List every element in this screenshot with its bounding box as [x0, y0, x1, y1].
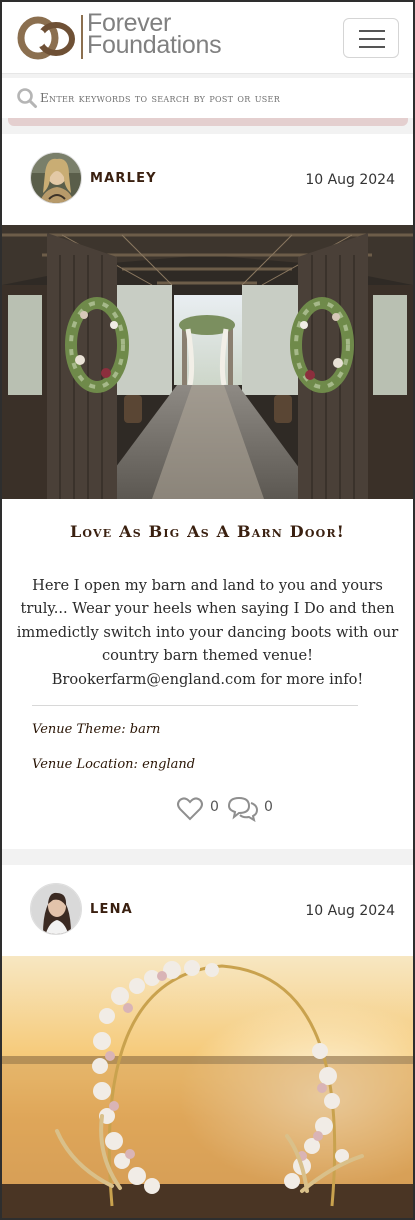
comments-count: 0: [264, 799, 273, 815]
post-card: LENA 10 Aug 2024: [2, 865, 413, 1218]
logo-rings-icon[interactable]: [16, 14, 78, 62]
logo-divider: [81, 15, 83, 59]
search-input[interactable]: [40, 86, 400, 110]
post-divider: [32, 705, 358, 706]
post-image[interactable]: [2, 225, 413, 499]
post-author[interactable]: LENA: [90, 902, 133, 917]
post-card: MARLEY 10 Aug 2024 Love As Big As A Barn…: [2, 134, 413, 849]
heart-icon[interactable]: [176, 796, 204, 822]
post-date: 10 Aug 2024: [305, 903, 395, 919]
search-icon[interactable]: [16, 87, 38, 109]
hamburger-icon: [359, 30, 385, 32]
brand-line-2: Foundations: [87, 31, 222, 59]
comments-icon[interactable]: [226, 796, 260, 822]
avatar[interactable]: [30, 152, 82, 204]
search-bar-accent: [8, 118, 408, 126]
menu-toggle-button[interactable]: [343, 18, 399, 58]
post-author[interactable]: MARLEY: [90, 171, 157, 186]
brand-name[interactable]: Forever Foundations: [87, 11, 267, 59]
post-title[interactable]: Love As Big As A Barn Door!: [2, 522, 413, 541]
venue-theme-value: barn: [129, 722, 161, 737]
page-frame: Forever Foundations MARL: [0, 0, 415, 1220]
venue-location-label: Venue Location:: [32, 757, 138, 772]
hamburger-icon-bar: [359, 46, 385, 48]
post-date: 10 Aug 2024: [305, 172, 395, 188]
venue-location: Venue Location: england: [32, 757, 195, 772]
venue-theme-label: Venue Theme:: [32, 722, 126, 737]
post-image[interactable]: [2, 956, 413, 1218]
venue-theme: Venue Theme: barn: [32, 722, 160, 737]
navbar: Forever Foundations: [2, 2, 413, 74]
hamburger-icon-bar: [359, 38, 385, 40]
venue-location-value: england: [142, 757, 196, 772]
post-actions: 0 0: [176, 796, 286, 822]
likes-count: 0: [210, 799, 219, 815]
avatar[interactable]: [30, 883, 82, 935]
post-body: Here I open my barn and land to you and …: [16, 577, 399, 688]
search-bar: [2, 78, 413, 118]
